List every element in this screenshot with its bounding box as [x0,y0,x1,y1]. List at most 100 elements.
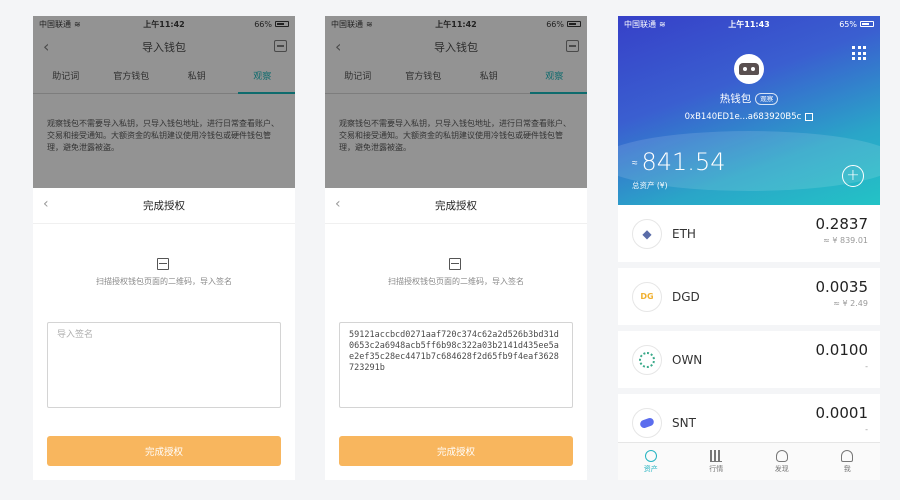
bottom-nav: 资产 行情 发现 我 [618,442,880,480]
nav-label: 我 [843,464,851,473]
balance-label: 总资产 (¥) [632,181,668,190]
battery-icon [275,21,289,27]
token-amount: 0.2837 [815,215,869,233]
token-row-dgd[interactable]: DG DGD 0.0035 ≈ ¥ 2.49 [618,268,880,331]
mask-icon [739,63,759,75]
nav-profile[interactable]: 我 [815,443,881,480]
authorize-sheet: ‹ 完成授权 扫描授权钱包页面的二维码，导入签名 59121accbcd0271… [325,188,587,480]
qr-scan-icon[interactable] [449,258,461,270]
wifi-icon: ≋ [659,19,666,29]
scan-icon[interactable] [566,40,579,52]
back-icon[interactable]: ‹ [335,37,341,56]
watch-badge: 观察 [755,93,779,105]
token-fiat: - [865,425,868,434]
signature-input[interactable]: 59121accbcd0271aaf720c374c62a2d526b3bd31… [339,322,573,408]
token-fiat: - [865,362,868,371]
qr-scan-icon[interactable] [157,258,169,270]
wallet-header: 中国联通 ≋ 上午11:43 65% 热钱包 观察 0xB140ED1e...a68… [618,16,880,205]
scan-icon[interactable] [274,40,287,52]
sheet-header: ‹ 完成授权 [325,188,587,224]
watch-wallet-note: 观察钱包不需要导入私钥，只导入钱包地址，进行日常查看账户、交易和接受通知。大额资… [47,119,279,152]
token-row-eth[interactable]: ◆ ETH 0.2837 ≈ ¥ 839.01 [618,205,880,268]
discover-icon [775,449,788,462]
own-icon [632,344,662,375]
sheet-title: 完成授权 [143,200,185,212]
nav-label: 资产 [643,464,658,473]
wifi-icon: ≋ [74,19,81,29]
header: ‹ 导入钱包 [33,32,295,62]
wallet-address-row[interactable]: 0xB140ED1e...a683920B5c [618,112,880,122]
tab-private-key[interactable]: 私钥 [164,64,230,93]
token-fiat: ≈ ¥ 839.01 [823,236,868,245]
status-bar: 中国联通 ≋ 上午11:43 65% [618,16,880,32]
battery-percent: 66% [546,19,564,29]
qr-code-icon[interactable] [805,112,814,121]
tab-mnemonic[interactable]: 助记词 [33,64,99,93]
token-amount: 0.0001 [815,404,869,422]
token-amount: 0.0035 [815,278,869,296]
carrier: 中国联通 [331,19,363,29]
phone-screen-filled-signature: 中国联通 ≋ 上午11:42 66% ‹ 导入钱包 助记词 官方钱包 私钥 观察 … [325,16,587,480]
balance-value: 841.54 [641,148,726,176]
approx-sign: ≈ [632,157,638,169]
sheet-back-icon[interactable]: ‹ [43,196,49,212]
nav-discover[interactable]: 发现 [749,443,815,480]
tab-watch[interactable]: 观察 [522,64,588,94]
watch-wallet-note: 观察钱包不需要导入私钥，只导入钱包地址，进行日常查看账户、交易和接受通知。大额资… [339,119,571,152]
battery-percent: 66% [254,19,272,29]
phone-screen-wallet-assets: 中国联通 ≋ 上午11:43 65% 热钱包 观察 0xB140ED1e...a68… [618,16,880,480]
profile-icon [841,449,854,462]
signature-input[interactable]: 导入签名 [47,322,281,408]
page-title: 导入钱包 [434,41,478,54]
assets-icon [644,449,657,462]
scan-hint: 扫描授权钱包页面的二维码，导入签名 [96,277,232,286]
tab-official-wallet[interactable]: 官方钱包 [391,64,457,93]
dimmed-background: 中国联通 ≋ 上午11:42 66% ‹ 导入钱包 助记词 官方钱包 私钥 观察 … [33,16,295,188]
token-symbol: ETH [672,226,696,241]
token-row-own[interactable]: OWN 0.0100 - [618,331,880,394]
authorize-sheet: ‹ 完成授权 扫描授权钱包页面的二维码，导入签名 导入签名 完成授权 [33,188,295,480]
complete-authorization-button[interactable]: 完成授权 [47,436,281,466]
header: ‹ 导入钱包 [325,32,587,62]
sheet-title: 完成授权 [435,200,477,212]
nav-assets[interactable]: 资产 [618,443,684,480]
import-tabs: 助记词 官方钱包 私钥 观察 [325,64,587,94]
carrier: 中国联通 [39,19,71,29]
snt-icon [632,407,662,438]
tab-official-wallet[interactable]: 官方钱包 [99,64,165,93]
token-symbol: SNT [672,415,696,430]
phone-screen-empty-signature: 中国联通 ≋ 上午11:42 66% ‹ 导入钱包 助记词 官方钱包 私钥 观察 … [33,16,295,480]
token-amount: 0.0100 [815,341,869,359]
token-symbol: OWN [672,352,703,367]
import-tabs: 助记词 官方钱包 私钥 观察 [33,64,295,94]
nav-market[interactable]: 行情 [684,443,750,480]
sheet-header: ‹ 完成授权 [33,188,295,224]
nav-label: 发现 [774,464,789,473]
battery-percent: 65% [839,19,857,29]
menu-grid-icon[interactable] [852,46,866,60]
wallet-name-row: 热钱包 观察 [618,91,880,106]
nav-label: 行情 [709,464,724,473]
token-fiat: ≈ ¥ 2.49 [833,299,868,308]
tab-watch[interactable]: 观察 [230,64,296,94]
battery-icon [567,21,581,27]
add-token-button[interactable]: + [842,165,864,187]
dgd-icon: DG [632,281,662,312]
complete-authorization-button[interactable]: 完成授权 [339,436,573,466]
total-balance: ≈841.54 [632,148,725,176]
tab-private-key[interactable]: 私钥 [456,64,522,93]
eth-icon: ◆ [632,218,662,249]
status-bar: 中国联通 ≋ 上午11:42 66% [325,16,587,32]
battery-icon [860,21,874,27]
status-bar: 中国联通 ≋ 上午11:42 66% [33,16,295,32]
token-symbol: DGD [672,289,700,304]
sheet-back-icon[interactable]: ‹ [335,196,341,212]
market-icon [710,449,723,462]
wallet-name: 热钱包 [719,93,752,105]
back-icon[interactable]: ‹ [43,37,49,56]
carrier: 中国联通 [624,19,656,29]
tab-mnemonic[interactable]: 助记词 [325,64,391,93]
wallet-avatar[interactable] [734,54,764,84]
wifi-icon: ≋ [366,19,373,29]
page-title: 导入钱包 [142,41,186,54]
